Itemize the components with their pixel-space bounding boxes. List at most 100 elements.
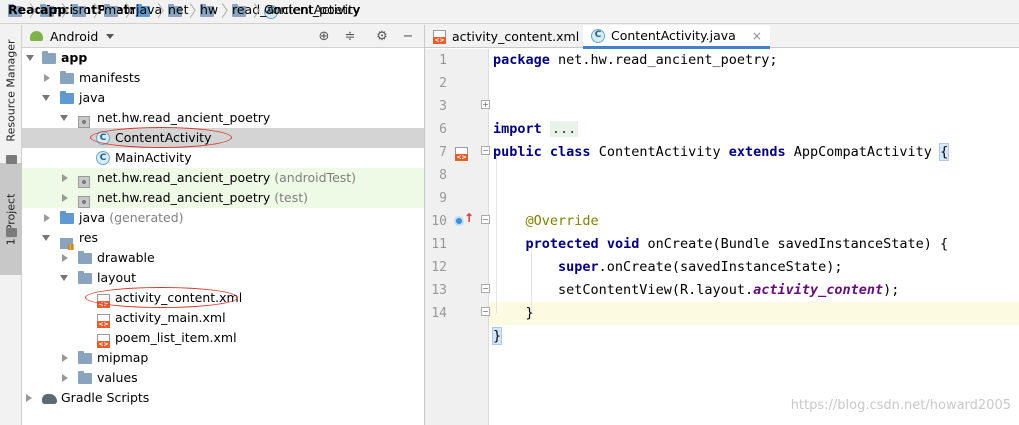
tree-item-manifests[interactable]: manifests: [22, 68, 424, 88]
tab-activity-content-xml[interactable]: activity_content.xml: [425, 25, 587, 48]
arrow-up-icon[interactable]: ↑: [464, 211, 474, 225]
related-xml-gutter-icon[interactable]: [455, 147, 468, 161]
folder-icon: [78, 351, 92, 364]
breadcrumb-item-net[interactable]: net: [168, 0, 189, 24]
tree-item-gradle-scripts[interactable]: Gradle Scripts: [22, 388, 424, 408]
tree-item-activity-main-xml[interactable]: activity_main.xml: [22, 308, 424, 328]
folder-icon: [60, 211, 74, 224]
gradle-icon: [42, 394, 57, 404]
folder-icon: [6, 155, 17, 164]
tree-item-layout[interactable]: layout: [22, 268, 424, 288]
collapse-arrow-icon[interactable]: [62, 354, 68, 362]
chevron-down-icon[interactable]: [106, 33, 115, 39]
tree-item-app[interactable]: app: [22, 48, 424, 68]
tool-tab-resource-manager[interactable]: Resource Manager: [0, 31, 22, 149]
class-icon: C: [96, 151, 110, 165]
tool-tab-project[interactable]: 1: Project: [0, 163, 22, 275]
code-line-10: protected void onCreate(Bundle savedInst…: [525, 236, 949, 252]
tab-content-activity-java[interactable]: C ContentActivity.java ×: [583, 25, 770, 49]
expand-arrow-icon[interactable]: [60, 275, 68, 281]
tree-item-poem-list-item-xml[interactable]: poem_list_item.xml: [22, 328, 424, 348]
breadcrumb-item-class[interactable]: C ContentActivity: [264, 0, 360, 24]
xml-file-icon: [97, 334, 110, 348]
tree-item-package-main[interactable]: net.hw.read_ancient_poetry: [22, 108, 424, 128]
tree-item-drawable[interactable]: drawable: [22, 248, 424, 268]
folder-icon: [6, 228, 17, 237]
tree-item-java[interactable]: java: [22, 88, 424, 108]
package-icon: [78, 116, 90, 128]
project-panel: Android ⊕ ≑ ⚙ − app manifests java net.h…: [22, 25, 425, 425]
xml-file-icon: [433, 29, 446, 44]
collapse-all-icon[interactable]: ≑: [342, 29, 358, 45]
close-icon[interactable]: ×: [752, 29, 762, 43]
editor-gutter: 1 2 3 6 7 8 9 10 11 12 13 14 ↑ + − − − −: [425, 49, 490, 425]
highlight-oval: [85, 287, 238, 308]
tree-item-res[interactable]: res: [22, 228, 424, 250]
expand-arrow-icon[interactable]: [26, 55, 34, 61]
folded-imports[interactable]: ...: [549, 121, 579, 137]
tree-item-package-android-test[interactable]: net.hw.read_ancient_poetry (androidTest): [22, 168, 424, 188]
line-number: 14: [431, 306, 447, 321]
line-number: 7: [439, 145, 447, 160]
folder-icon: [60, 71, 74, 84]
tree-item-main-activity[interactable]: C MainActivity: [22, 148, 424, 168]
breadcrumb-item-java[interactable]: java: [136, 0, 162, 24]
code-line-9: @Override: [525, 213, 599, 229]
tree-item-values[interactable]: values: [22, 368, 424, 388]
android-icon: [30, 31, 43, 41]
folder-icon: [42, 51, 56, 64]
breadcrumb-item-hw[interactable]: hw: [200, 0, 218, 24]
line-number: 2: [439, 76, 447, 91]
breadcrumb-item-app[interactable]: app: [40, 0, 66, 24]
tree-item-mipmap[interactable]: mipmap: [22, 348, 424, 368]
highlight-oval: [90, 127, 232, 148]
class-icon: C: [591, 28, 605, 43]
expand-arrow-icon[interactable]: [60, 115, 68, 121]
watermark: https://blog.csdn.net/howard2005: [790, 398, 1011, 413]
code-line-3: import ...: [493, 121, 579, 137]
view-selector[interactable]: Android: [50, 29, 98, 44]
collapse-arrow-icon[interactable]: [62, 174, 68, 182]
matched-brace: }: [491, 327, 503, 345]
collapse-arrow-icon[interactable]: [62, 374, 68, 382]
tree-item-java-generated[interactable]: java (generated): [22, 208, 424, 228]
tree-item-content-activity[interactable]: C ContentActivity: [22, 127, 424, 148]
line-number: 10: [431, 214, 447, 229]
collapse-arrow-icon[interactable]: [44, 74, 50, 82]
project-panel-header: Android ⊕ ≑ ⚙ −: [22, 25, 424, 48]
breadcrumb-item-project[interactable]: ReadAncientPoetry: [8, 0, 144, 24]
code-line-14: }: [491, 327, 503, 345]
folder-icon: [60, 91, 74, 104]
code-editor: activity_content.xml C ContentActivity.j…: [425, 25, 1019, 425]
breadcrumb: ReadAncientPoetry app src main java net …: [0, 0, 1019, 24]
project-tree: app manifests java net.hw.read_ancient_p…: [22, 48, 424, 408]
line-number: 3: [439, 99, 447, 114]
tree-item-activity-content-xml[interactable]: activity_content.xml: [22, 287, 424, 308]
expand-arrow-icon[interactable]: [42, 95, 50, 101]
line-number: 8: [439, 168, 447, 183]
line-number: 1: [439, 53, 447, 68]
folder-icon: [78, 371, 92, 384]
code-area[interactable]: package net.hw.read_ancient_poetry; impo…: [489, 49, 1019, 425]
collapse-arrow-icon[interactable]: [62, 194, 68, 202]
code-line-11: super.onCreate(savedInstanceState);: [558, 259, 843, 275]
locate-icon[interactable]: ⊕: [316, 29, 332, 45]
indent-guide: [531, 245, 532, 313]
gear-icon[interactable]: ⚙: [374, 29, 390, 45]
breadcrumb-item-src[interactable]: src: [72, 0, 90, 24]
tree-item-package-test[interactable]: net.hw.read_ancient_poetry (test): [22, 188, 424, 208]
collapse-arrow-icon[interactable]: [44, 214, 50, 222]
collapse-arrow-icon[interactable]: [26, 394, 32, 402]
code-line-13: }: [525, 305, 534, 321]
package-icon: [78, 196, 90, 208]
folder-icon: [78, 251, 92, 264]
expand-arrow-icon[interactable]: [42, 235, 50, 241]
breadcrumb-item-package[interactable]: read_ancient_poetry: [232, 0, 360, 24]
package-icon: [78, 176, 90, 188]
line-number: 12: [431, 260, 447, 275]
collapse-arrow-icon[interactable]: [62, 254, 68, 262]
breadcrumb-item-main[interactable]: main: [104, 0, 135, 24]
minimize-icon[interactable]: −: [400, 29, 416, 45]
tool-window-strip: Resource Manager 1: Project: [0, 25, 22, 425]
override-marker-icon[interactable]: [454, 216, 464, 226]
